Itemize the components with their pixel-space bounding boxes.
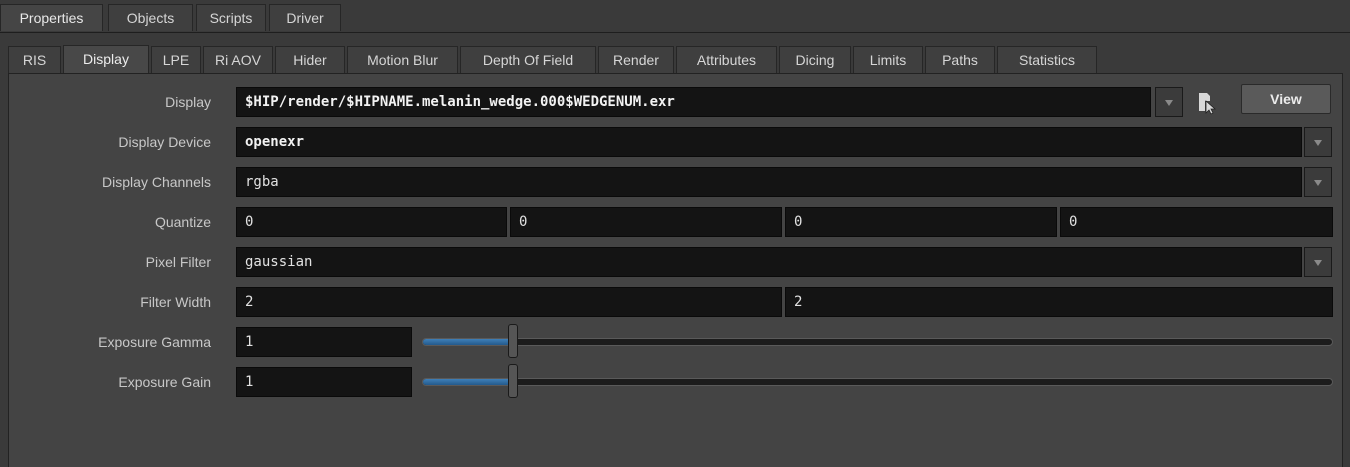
subtab-attributes[interactable]: Attributes — [676, 46, 777, 74]
quantize-field-2[interactable]: 0 — [510, 207, 782, 237]
tab-properties[interactable]: Properties — [0, 4, 103, 31]
subtab-statistics[interactable]: Statistics — [997, 46, 1097, 74]
display-channels-dropdown-button[interactable] — [1304, 167, 1332, 197]
display-path-field[interactable]: $HIP/render/$HIPNAME.melanin_wedge.000$W… — [236, 87, 1151, 117]
display-parameters-panel: Display $HIP/render/$HIPNAME.melanin_wed… — [8, 73, 1343, 467]
exposure-gamma-slider[interactable] — [422, 338, 1333, 346]
subtab-paths[interactable]: Paths — [925, 46, 995, 74]
exposure-gain-slider-fill — [423, 379, 514, 385]
sub-tab-bar: RIS Display LPE Ri AOV Hider Motion Blur… — [8, 40, 1343, 75]
display-menu-button[interactable] — [1155, 87, 1183, 117]
subtab-depth-of-field[interactable]: Depth Of Field — [460, 46, 596, 74]
exposure-gain-slider[interactable] — [422, 378, 1333, 386]
tab-scripts[interactable]: Scripts — [196, 4, 266, 31]
subtab-render[interactable]: Render — [598, 46, 674, 74]
display-label: Display — [165, 94, 211, 110]
display-device-dropdown-button[interactable] — [1304, 127, 1332, 157]
quantize-label: Quantize — [154, 214, 211, 230]
exposure-gamma-label: Exposure Gamma — [98, 334, 211, 350]
exposure-gain-field[interactable]: 1 — [236, 367, 412, 397]
filter-width-field-2[interactable]: 2 — [785, 287, 1333, 317]
display-channels-field[interactable]: rgba — [236, 167, 1302, 197]
display-channels-label: Display Channels — [102, 174, 211, 190]
pixel-filter-label: Pixel Filter — [145, 254, 211, 270]
top-tab-bar: Properties Objects Scripts Driver — [0, 0, 1350, 33]
tab-driver[interactable]: Driver — [269, 4, 341, 31]
subtab-ri-aov[interactable]: Ri AOV — [203, 46, 273, 74]
display-device-label: Display Device — [118, 134, 211, 150]
display-device-field[interactable]: openexr — [236, 127, 1302, 157]
exposure-gamma-slider-handle[interactable] — [508, 324, 519, 358]
filter-width-label: Filter Width — [140, 294, 211, 310]
exposure-gamma-field[interactable]: 1 — [236, 327, 412, 357]
subtab-limits[interactable]: Limits — [853, 46, 923, 74]
subtab-lpe[interactable]: LPE — [151, 46, 201, 74]
tab-objects[interactable]: Objects — [108, 4, 193, 31]
quantize-field-1[interactable]: 0 — [236, 207, 507, 237]
quantize-field-3[interactable]: 0 — [785, 207, 1057, 237]
pixel-filter-dropdown-button[interactable] — [1304, 247, 1332, 277]
quantize-field-4[interactable]: 0 — [1060, 207, 1333, 237]
subtab-ris[interactable]: RIS — [8, 46, 61, 74]
subtab-hider[interactable]: Hider — [275, 46, 345, 74]
exposure-gamma-slider-fill — [423, 339, 514, 345]
filter-width-field-1[interactable]: 2 — [236, 287, 782, 317]
subtab-display[interactable]: Display — [63, 45, 149, 75]
file-chooser-icon[interactable] — [1191, 87, 1219, 117]
view-button[interactable]: View — [1241, 84, 1331, 114]
subtab-dicing[interactable]: Dicing — [779, 46, 851, 74]
exposure-gain-label: Exposure Gain — [118, 374, 211, 390]
pixel-filter-field[interactable]: gaussian — [236, 247, 1302, 277]
exposure-gain-slider-handle[interactable] — [508, 364, 519, 398]
subtab-motion-blur[interactable]: Motion Blur — [347, 46, 458, 74]
